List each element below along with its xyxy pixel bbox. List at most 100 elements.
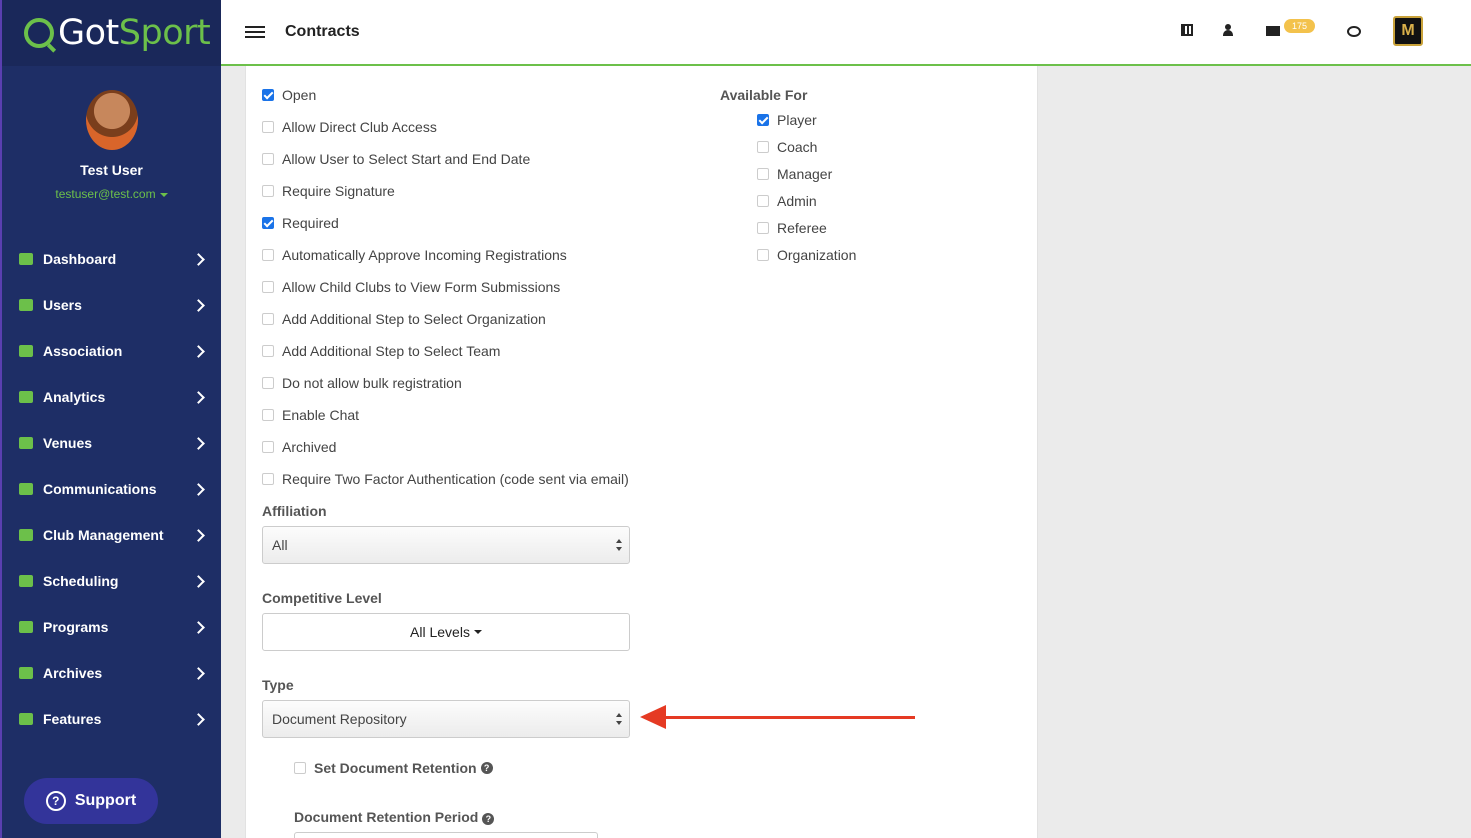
available-for-referee[interactable]: Referee — [757, 220, 827, 236]
sidebar-item-label: Archives — [43, 665, 103, 681]
affiliation-select[interactable]: All — [262, 526, 630, 564]
available-for-label: Available For — [720, 87, 808, 103]
profile-email-dropdown[interactable]: testuser@test.com — [2, 187, 221, 201]
sidebar-item-features[interactable]: Features — [2, 696, 221, 742]
caret-down-icon — [473, 630, 482, 634]
retention-period-input[interactable] — [294, 832, 598, 838]
retention-period-label: Document Retention Period? — [294, 809, 495, 825]
sidebar-item-association[interactable]: Association — [2, 328, 221, 374]
chevron-right-icon — [192, 712, 205, 726]
available-for-checkbox[interactable] — [757, 195, 769, 207]
hamburger-menu-icon[interactable] — [245, 26, 265, 38]
option-checkbox[interactable] — [262, 313, 274, 325]
available-for-coach[interactable]: Coach — [757, 139, 817, 155]
available-for-admin[interactable]: Admin — [757, 193, 817, 209]
available-for-option-label: Admin — [777, 193, 817, 209]
sidebar-item-club-management[interactable]: Club Management — [2, 512, 221, 558]
help-icon[interactable]: ? — [482, 813, 495, 825]
available-for-checkbox[interactable] — [757, 114, 769, 126]
available-for-player[interactable]: Player — [757, 112, 817, 128]
organization-logo[interactable]: M — [1393, 16, 1423, 46]
option-require-signature[interactable]: Require Signature — [262, 183, 395, 199]
option-checkbox[interactable] — [262, 249, 274, 261]
help-icon[interactable]: ? — [480, 762, 493, 774]
select-arrows-icon — [615, 713, 623, 725]
available-for-checkbox[interactable] — [757, 222, 769, 234]
archive-icon — [19, 667, 33, 679]
sidebar-item-scheduling[interactable]: Scheduling — [2, 558, 221, 604]
option-label: Required — [282, 215, 339, 231]
competitive-level-dropdown[interactable]: All Levels — [262, 613, 630, 651]
option-label: Add Additional Step to Select Organizati… — [282, 311, 546, 327]
option-archived[interactable]: Archived — [262, 439, 336, 455]
competitive-level-value: All Levels — [410, 624, 470, 640]
option-checkbox[interactable] — [262, 377, 274, 389]
available-for-option-label: Coach — [777, 139, 818, 155]
option-checkbox[interactable] — [262, 121, 274, 133]
sidebar-item-programs[interactable]: Programs — [2, 604, 221, 650]
calendar-icon — [19, 575, 33, 587]
support-button[interactable]: ? Support — [24, 778, 158, 824]
top-bar: Contracts 175 M — [221, 0, 1471, 66]
chart-icon — [19, 391, 33, 403]
chevron-right-icon — [192, 390, 205, 404]
option-checkbox[interactable] — [262, 185, 274, 197]
envelope-icon[interactable] — [1266, 26, 1280, 36]
option-allow-child-clubs-to-view-form-submissions[interactable]: Allow Child Clubs to View Form Submissio… — [262, 279, 560, 295]
gotsport-logo[interactable]: GotSport — [2, 0, 221, 66]
profile-name: Test User — [80, 162, 143, 178]
available-for-manager[interactable]: Manager — [757, 166, 832, 182]
set-retention-checkbox[interactable] — [294, 762, 306, 774]
select-arrows-icon — [615, 539, 623, 551]
option-add-additional-step-to-select-team[interactable]: Add Additional Step to Select Team — [262, 343, 500, 359]
option-checkbox[interactable] — [262, 89, 274, 101]
set-document-retention-option[interactable]: Set Document Retention ? — [294, 760, 493, 776]
option-enable-chat[interactable]: Enable Chat — [262, 407, 359, 423]
chat-icon[interactable] — [1347, 26, 1361, 37]
available-for-checkbox[interactable] — [757, 141, 769, 153]
option-checkbox[interactable] — [262, 153, 274, 165]
option-checkbox[interactable] — [262, 473, 274, 485]
qr-code-icon[interactable] — [1181, 24, 1193, 36]
option-label: Automatically Approve Incoming Registrat… — [282, 247, 567, 263]
sidebar-item-communications[interactable]: Communications — [2, 466, 221, 512]
sidebar-item-venues[interactable]: Venues — [2, 420, 221, 466]
option-checkbox[interactable] — [262, 409, 274, 421]
sidebar-item-label: Venues — [43, 435, 93, 451]
sidebar-item-label: Users — [43, 297, 82, 313]
user-icon[interactable] — [1223, 24, 1233, 36]
option-checkbox[interactable] — [262, 281, 274, 293]
chevron-right-icon — [192, 436, 205, 450]
sidebar-item-label: Communications — [43, 481, 157, 497]
option-require-two-factor-authentication-code-sent-via-email[interactable]: Require Two Factor Authentication (code … — [262, 471, 629, 487]
sidebar-item-analytics[interactable]: Analytics — [2, 374, 221, 420]
sidebar-item-dashboard[interactable]: Dashboard — [2, 236, 221, 282]
mail-count-badge[interactable]: 175 — [1284, 19, 1315, 33]
option-add-additional-step-to-select-organization[interactable]: Add Additional Step to Select Organizati… — [262, 311, 546, 327]
option-allow-user-to-select-start-and-end-date[interactable]: Allow User to Select Start and End Date — [262, 151, 530, 167]
option-open[interactable]: Open — [262, 87, 316, 103]
available-for-organization[interactable]: Organization — [757, 247, 856, 263]
option-checkbox[interactable] — [262, 217, 274, 229]
star-icon — [19, 713, 33, 725]
option-label: Do not allow bulk registration — [282, 375, 462, 391]
chevron-right-icon — [192, 528, 205, 542]
option-checkbox[interactable] — [262, 345, 274, 357]
users-icon — [19, 299, 33, 311]
available-for-checkbox[interactable] — [757, 249, 769, 261]
sidebar-item-archives[interactable]: Archives — [2, 650, 221, 696]
option-automatically-approve-incoming-registrations[interactable]: Automatically Approve Incoming Registrat… — [262, 247, 567, 263]
chat-icon — [19, 483, 33, 495]
option-label: Allow Child Clubs to View Form Submissio… — [282, 279, 561, 295]
option-label: Allow Direct Club Access — [282, 119, 437, 135]
option-allow-direct-club-access[interactable]: Allow Direct Club Access — [262, 119, 437, 135]
type-select[interactable]: Document Repository — [262, 700, 630, 738]
option-do-not-allow-bulk-registration[interactable]: Do not allow bulk registration — [262, 375, 462, 391]
list-icon — [19, 529, 33, 541]
sidebar-item-users[interactable]: Users — [2, 282, 221, 328]
available-for-checkbox[interactable] — [757, 168, 769, 180]
option-required[interactable]: Required — [262, 215, 339, 231]
page-title: Contracts — [285, 23, 360, 40]
profile-email: testuser@test.com — [55, 187, 156, 201]
option-checkbox[interactable] — [262, 441, 274, 453]
